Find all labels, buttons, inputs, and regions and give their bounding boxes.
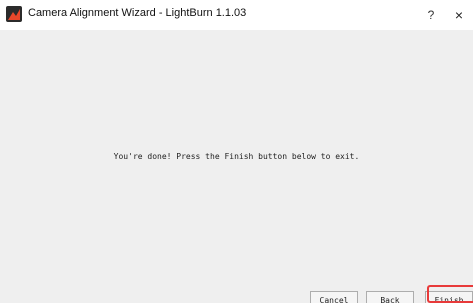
window-title: Camera Alignment Wizard - LightBurn 1.1.… <box>28 7 247 19</box>
help-button[interactable]: ? <box>420 4 442 26</box>
back-button[interactable]: Back <box>366 291 414 303</box>
completion-message: You're done! Press the Finish button bel… <box>113 152 360 161</box>
finish-button[interactable]: Finish <box>425 291 473 303</box>
camera-alignment-wizard-window: Camera Alignment Wizard - LightBurn 1.1.… <box>0 0 473 303</box>
cancel-button[interactable]: Cancel <box>310 291 358 303</box>
close-button[interactable]: × <box>448 4 470 26</box>
title-bar: Camera Alignment Wizard - LightBurn 1.1.… <box>0 0 473 30</box>
lightburn-app-icon <box>6 6 22 22</box>
wizard-page: You're done! Press the Finish button bel… <box>0 30 473 303</box>
